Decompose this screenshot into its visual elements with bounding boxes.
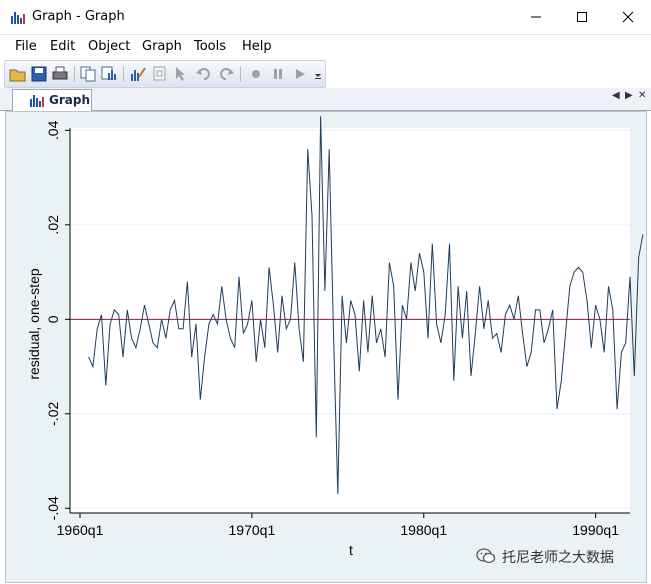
y-tick-label: 0	[45, 315, 61, 323]
menu-bar: File Edit Object Graph Tools Help	[0, 35, 651, 59]
pause-icon[interactable]	[269, 65, 287, 83]
maximize-icon	[577, 12, 587, 22]
tab-strip: Graph ◀ ▶ ✕	[0, 88, 651, 111]
play-icon[interactable]	[291, 65, 309, 83]
toolbar	[4, 60, 326, 88]
tab-graph[interactable]: Graph	[12, 89, 92, 111]
x-tick-label: 1980q1	[400, 522, 447, 538]
maximize-button[interactable]	[559, 0, 605, 34]
menu-help[interactable]: Help	[240, 38, 274, 55]
graph-editor-icon[interactable]	[129, 65, 147, 83]
y-tick-label: -.04	[45, 496, 61, 520]
save-icon[interactable]	[30, 65, 48, 83]
redo-icon[interactable]	[217, 65, 235, 83]
close-button[interactable]	[605, 0, 651, 34]
wechat-icon	[476, 548, 496, 564]
open-icon[interactable]	[9, 65, 27, 83]
title-bar: Graph - Graph	[0, 0, 651, 35]
plot-region	[70, 128, 630, 513]
tab-graph-label: Graph	[49, 93, 90, 107]
menu-edit[interactable]: Edit	[48, 38, 77, 55]
minimize-icon	[531, 16, 541, 18]
y-tick-label: .04	[45, 120, 61, 140]
recorder-icon[interactable]	[151, 65, 169, 83]
pointer-icon[interactable]	[173, 65, 191, 83]
x-axis-label: t	[349, 542, 353, 558]
menu-tools[interactable]: Tools	[192, 38, 228, 55]
close-icon	[622, 11, 634, 23]
minimize-button[interactable]	[513, 0, 559, 34]
graph-window: -.04 -.02 0 .02 .04 1960q1 1970q1 1980q1 1990q1…	[5, 111, 647, 583]
y-tick-label: -.02	[45, 402, 61, 426]
window-title: Graph - Graph	[32, 9, 125, 24]
copy-graph-icon[interactable]	[100, 65, 118, 83]
menu-object[interactable]: Object	[86, 38, 132, 55]
menu-file[interactable]: File	[13, 38, 39, 55]
print-icon[interactable]	[51, 65, 69, 83]
line-chart: -.04 -.02 0 .02 .04 1960q1 1970q1 1980q1 1990q1…	[26, 116, 644, 558]
tab-scroll-left-icon[interactable]: ◀	[612, 90, 620, 101]
undo-icon[interactable]	[195, 65, 213, 83]
graph-tab-icon	[30, 95, 44, 107]
x-tick-label: 1960q1	[57, 522, 104, 538]
menu-graph[interactable]: Graph	[140, 38, 184, 55]
x-tick-label: 1970q1	[229, 522, 276, 538]
tab-close-icon[interactable]: ✕	[638, 90, 646, 101]
tab-scroll-right-icon[interactable]: ▶	[625, 90, 633, 101]
toolbar-overflow-icon[interactable]	[314, 69, 322, 79]
record-icon[interactable]	[247, 65, 265, 83]
x-tick-label: 1990q1	[572, 522, 619, 538]
y-axis-label: residual, one-step	[26, 268, 42, 380]
copy-icon[interactable]	[79, 65, 97, 83]
graph-app-icon	[11, 12, 25, 24]
watermark-text: 托尼老师之大数据	[502, 550, 614, 566]
y-tick-label: .02	[45, 215, 61, 235]
